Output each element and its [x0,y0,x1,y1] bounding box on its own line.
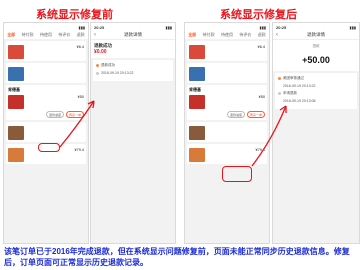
order-price: ¥6.4 [257,45,265,49]
order-tabs: 全部 待付款 待使用 待评价 退款 [185,31,269,39]
tab-refund[interactable]: 退款 [77,32,85,38]
status-bar: 20:25 ▮▮▮ [91,23,175,31]
status-bar: ▮▮▮ [4,23,88,31]
tab-review[interactable]: 待评价 [58,32,70,38]
tab-all[interactable]: 全部 [7,32,15,38]
order-price: ¥79.4 [74,148,84,152]
order-tabs: 全部 待付款 待使用 待评价 退款 [4,31,88,39]
signal-icon: ▮▮▮ [78,24,85,30]
order-card[interactable]: ¥6.4 [187,41,267,61]
timeline-dot-icon [96,71,99,75]
nav-title: 退款详情 [124,32,142,37]
status-bar: ▮▮▮ [185,23,269,31]
order-thumbnail [189,126,205,140]
order-thumbnail [189,95,205,109]
status-time: 20:25 [94,24,105,30]
nav-bar: ‹ 退款详情 [273,31,359,40]
order-thumbnail [8,148,24,162]
signal-icon: ▮▮▮ [349,24,356,30]
order-card[interactable] [6,63,86,83]
arrow-icon [251,105,287,167]
caption-text: 该笔订单已于2016年完成退款，但在系统显示问题修复前，页面未能正常同步历史退款… [4,247,350,267]
refund-timeline: 退款成功 2016-09-19 20:13:22 [93,60,173,81]
heading-after: 系统显示修复后 [220,9,297,21]
timeline-item: 申请退款 [278,91,354,96]
status-bar: 20:25 ▮▮▮ [273,23,359,31]
timeline-dot-icon [278,91,281,95]
signal-icon: ▮▮▮ [165,24,172,30]
timeline-item: 2016-09-19 20:13:22 [96,71,170,75]
tab-unused[interactable]: 待使用 [40,32,52,38]
refund-summary: 退款成功 ¥0.00 [91,40,175,58]
order-thumbnail [8,126,24,140]
signal-icon: ▮▮▮ [259,24,266,30]
refund-detail-screen-before: 20:25 ▮▮▮ ‹ 退款详情 退款成功 ¥0.00 退款成功 2016-09-1… [90,22,176,244]
nav-title: 退款详情 [307,32,325,37]
timeline-item: 2016-09-19 20:13:22 [283,84,316,88]
order-shop-name: 肯德基 [189,87,201,92]
order-price: ¥6.4 [76,45,84,49]
refund-progress-button[interactable]: 退款进度 [226,111,245,118]
tab-unused[interactable]: 待使用 [221,32,233,38]
order-card[interactable] [187,63,267,83]
tab-all[interactable]: 全部 [188,32,196,38]
order-card[interactable]: ¥6.4 [6,41,86,61]
order-thumbnail [8,95,24,109]
timeline-dot-icon [96,63,99,67]
tab-review[interactable]: 待评价 [239,32,251,38]
tab-refund[interactable]: 退款 [258,32,266,38]
refund-amount: ¥0.00 [94,49,107,55]
order-thumbnail [189,67,205,81]
nav-bar: ‹ 退款详情 [91,31,175,40]
order-thumbnail [8,45,24,59]
back-arrow-icon[interactable]: ‹ [94,32,96,38]
refund-label: 退款 [312,44,320,48]
timeline-dot-icon [278,76,281,80]
timeline-item: 美团审核通过 [278,76,354,81]
order-thumbnail [8,67,24,81]
timeline-item: 退款成功 [96,63,170,68]
order-thumbnail [189,45,205,59]
refund-amount: +50.00 [302,55,330,65]
highlight-box-before [38,143,60,152]
status-time: 20:25 [276,24,287,30]
back-arrow-icon[interactable]: ‹ [276,32,278,38]
order-shop-name: 肯德基 [8,87,20,92]
order-thumbnail [189,148,205,162]
refund-summary: 退款 +50.00 [273,40,359,71]
heading-before: 系统显示修复前 [36,9,113,21]
highlight-box-after [222,166,252,182]
tab-unpaid[interactable]: 待付款 [203,32,215,38]
arrow-icon [59,100,95,148]
tab-unpaid[interactable]: 待付款 [22,32,34,38]
